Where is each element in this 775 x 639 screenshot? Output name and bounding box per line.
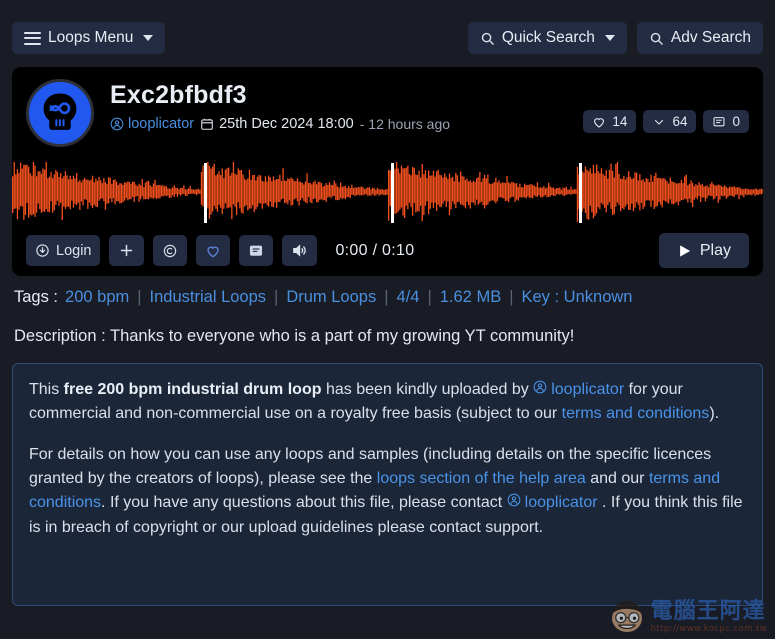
plus-icon — [118, 242, 135, 259]
terms-link[interactable]: terms and conditions — [562, 405, 710, 422]
player-controls: Login 0:00 / 0:10 Play — [12, 225, 763, 276]
waveform-canvas — [12, 161, 763, 225]
player-header: Exc2bfbdf3 looplicator 25th Dec 2024 18:… — [12, 67, 763, 147]
avatar[interactable] — [26, 79, 94, 147]
user-circle-icon — [110, 117, 124, 131]
uploader-link-inline[interactable]: looplicator — [533, 378, 624, 402]
p2-text-c: . If you have any questions about this f… — [101, 494, 507, 512]
p1-text-a: This — [29, 381, 64, 398]
uploader-name-inline: looplicator — [551, 381, 625, 398]
waveform-display[interactable] — [12, 161, 763, 225]
comment-button[interactable] — [239, 235, 274, 266]
upload-date-text: 25th Dec 2024 18:00 — [219, 116, 354, 132]
licence-button[interactable] — [153, 235, 188, 266]
playback-timecode: 0:00 / 0:10 — [335, 241, 415, 259]
p1-bold: free 200 bpm industrial drum loop — [63, 381, 322, 398]
quick-search-button[interactable]: Quick Search — [467, 22, 627, 54]
loop-meta-row: looplicator 25th Dec 2024 18:00 - 12 hou… — [110, 116, 450, 132]
user-circle-icon — [533, 380, 547, 394]
p1-text-b: has been kindly uploaded by — [321, 381, 534, 398]
uploader-name: looplicator — [128, 116, 195, 132]
upload-date: 25th Dec 2024 18:00 — [200, 116, 354, 132]
uploader-link-inline[interactable]: looplicator — [507, 491, 598, 515]
p2-text-b: and our — [585, 469, 649, 487]
loops-menu-label: Loops Menu — [48, 29, 134, 47]
play-label: Play — [699, 241, 731, 259]
tags-row: Tags : 200 bpm | Industrial Loops | Drum Loo… — [14, 288, 761, 307]
search-icon — [649, 31, 664, 46]
downloads-count: 64 — [672, 114, 688, 129]
copyright-icon — [162, 243, 178, 259]
volume-button[interactable] — [282, 235, 318, 266]
top-toolbar: Loops Menu Quick Search Adv Search — [0, 0, 775, 62]
tags-list: 200 bpm | Industrial Loops | Drum Loops | 4/4 |… — [65, 288, 632, 307]
uploader-name-inline: looplicator — [524, 494, 598, 512]
search-button-group: Quick Search Adv Search — [467, 22, 763, 54]
login-label: Login — [56, 242, 92, 259]
comment-icon — [248, 243, 264, 259]
download-circle-icon — [35, 243, 50, 258]
loop-stats: 14 64 0 — [583, 110, 749, 133]
page-title: Exc2bfbdf3 — [110, 81, 247, 109]
adv-search-label: Adv Search — [670, 29, 751, 47]
tag-separator: | — [137, 288, 142, 306]
tags-label: Tags : — [14, 288, 59, 306]
beat-marker — [203, 163, 207, 223]
add-to-playlist-button[interactable] — [109, 235, 145, 266]
heart-icon — [592, 115, 606, 129]
p1-text-d: ). — [709, 405, 720, 423]
tag-separator: | — [274, 288, 279, 306]
adv-search-button[interactable]: Adv Search — [636, 22, 763, 54]
skull-infinity-logo-icon — [43, 93, 77, 130]
loop-player-card: Exc2bfbdf3 looplicator 25th Dec 2024 18:… — [12, 67, 763, 276]
quick-search-label: Quick Search — [501, 29, 595, 47]
login-download-button[interactable]: Login — [26, 235, 101, 266]
relative-time: - 12 hours ago — [359, 116, 451, 132]
tag-link[interactable]: 1.62 MB — [440, 288, 501, 306]
play-button[interactable]: Play — [658, 233, 749, 268]
likes-count: 14 — [612, 114, 628, 129]
chevron-down-icon — [604, 35, 615, 41]
beat-marker — [391, 163, 395, 223]
loops-menu-button[interactable]: Loops Menu — [12, 22, 166, 54]
uploader-link[interactable]: looplicator — [110, 116, 194, 132]
help-area-link[interactable]: loops section of the help area — [377, 470, 586, 487]
volume-icon — [291, 242, 308, 259]
comments-count: 0 — [732, 114, 740, 129]
search-icon — [480, 31, 495, 46]
calendar-icon — [200, 117, 214, 131]
tag-separator: | — [509, 288, 514, 306]
play-icon — [677, 243, 692, 259]
tag-link[interactable]: Industrial Loops — [150, 288, 267, 306]
description-row: Description : Thanks to everyone who is … — [14, 327, 761, 346]
watermark-url: http://www.kocpc.com.tw — [650, 623, 767, 634]
hamburger-icon — [24, 31, 41, 45]
licence-info-panel: This free 200 bpm industrial drum loop h… — [12, 363, 763, 606]
tag-separator: | — [384, 288, 389, 306]
description-text: Thanks to everyone who is a part of my g… — [110, 327, 575, 345]
description-label: Description : — [14, 327, 106, 345]
downloads-stat[interactable]: 64 — [643, 110, 697, 133]
favourite-button[interactable] — [196, 235, 231, 266]
beat-marker — [579, 163, 582, 223]
loop-header-text: Exc2bfbdf3 looplicator 25th Dec 2024 18:… — [110, 79, 450, 132]
chevron-down-icon — [652, 116, 666, 128]
tag-link[interactable]: 4/4 — [397, 288, 420, 306]
tag-link[interactable]: 200 bpm — [65, 288, 129, 306]
comments-stat[interactable]: 0 — [703, 110, 749, 133]
user-circle-icon — [507, 493, 521, 507]
licence-paragraph-2: For details on how you can use any loops… — [29, 443, 746, 540]
comment-icon — [712, 115, 726, 129]
chevron-down-icon — [143, 35, 154, 41]
tag-link[interactable]: Key : Unknown — [522, 288, 633, 306]
licence-paragraph-1: This free 200 bpm industrial drum loop h… — [29, 378, 746, 427]
tag-separator: | — [427, 288, 432, 306]
heart-icon — [205, 243, 221, 259]
likes-stat[interactable]: 14 — [583, 110, 637, 133]
tag-link[interactable]: Drum Loops — [286, 288, 376, 306]
